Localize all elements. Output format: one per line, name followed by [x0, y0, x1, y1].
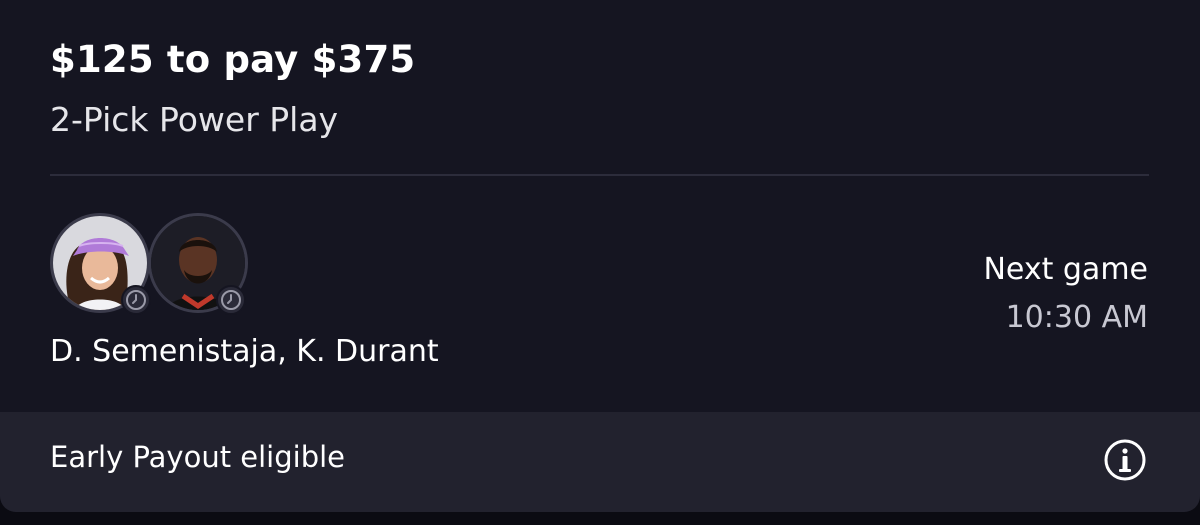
payout-title: $125 to pay $375	[50, 38, 416, 81]
next-game-label: Next game	[983, 252, 1148, 287]
player-names: D. Semenistaja, K. Durant	[50, 334, 439, 369]
entry-card[interactable]: $125 to pay $375 2-Pick Power Play D. Se…	[0, 0, 1200, 512]
early-payout-label: Early Payout eligible	[50, 440, 346, 474]
early-payout-row[interactable]: Early Payout eligible	[0, 412, 1200, 512]
clock-icon	[216, 285, 246, 315]
play-type: 2-Pick Power Play	[50, 100, 339, 139]
divider	[50, 174, 1149, 176]
info-icon[interactable]	[1103, 438, 1147, 482]
clock-icon	[121, 285, 151, 315]
next-game-time: 10:30 AM	[1005, 300, 1148, 335]
